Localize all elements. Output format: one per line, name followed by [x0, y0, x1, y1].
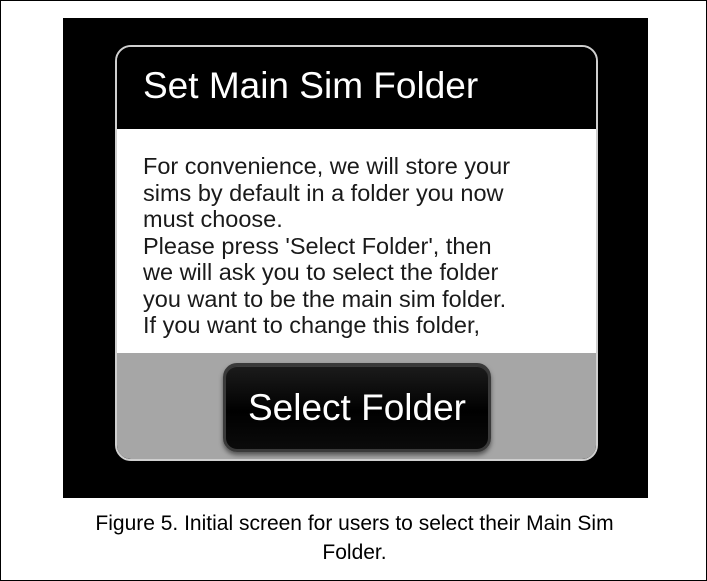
figure-caption: Figure 5. Initial screen for users to se…: [1, 509, 707, 567]
dialog-body[interactable]: For convenience, we will store your sims…: [117, 129, 596, 353]
message-line: Please press 'Select Folder', then: [143, 232, 492, 259]
message-line: If you want to change this folder,: [143, 312, 481, 338]
message-line: we will ask you to select the folder: [143, 259, 499, 285]
figure-frame: Set Main Sim Folder For convenience, we …: [0, 0, 707, 581]
dialog-message: For convenience, we will store your sims…: [143, 153, 583, 339]
message-line: sims by default in a folder you now: [143, 179, 504, 206]
dialog-title: Set Main Sim Folder: [143, 65, 479, 106]
caption-line: Folder.: [322, 541, 387, 564]
message-line: must choose.: [143, 206, 283, 232]
dialog-header: Set Main Sim Folder: [117, 47, 596, 129]
set-folder-dialog: Set Main Sim Folder For convenience, we …: [115, 45, 598, 461]
select-folder-button[interactable]: Select Folder: [223, 363, 491, 452]
message-line: you want to be the main sim folder.: [143, 285, 507, 312]
dialog-footer: Select Folder: [117, 353, 596, 459]
caption-line: Figure 5. Initial screen for users to se…: [95, 512, 614, 535]
app-screen: Set Main Sim Folder For convenience, we …: [63, 18, 648, 498]
message-line: For convenience, we will store your: [143, 153, 511, 179]
